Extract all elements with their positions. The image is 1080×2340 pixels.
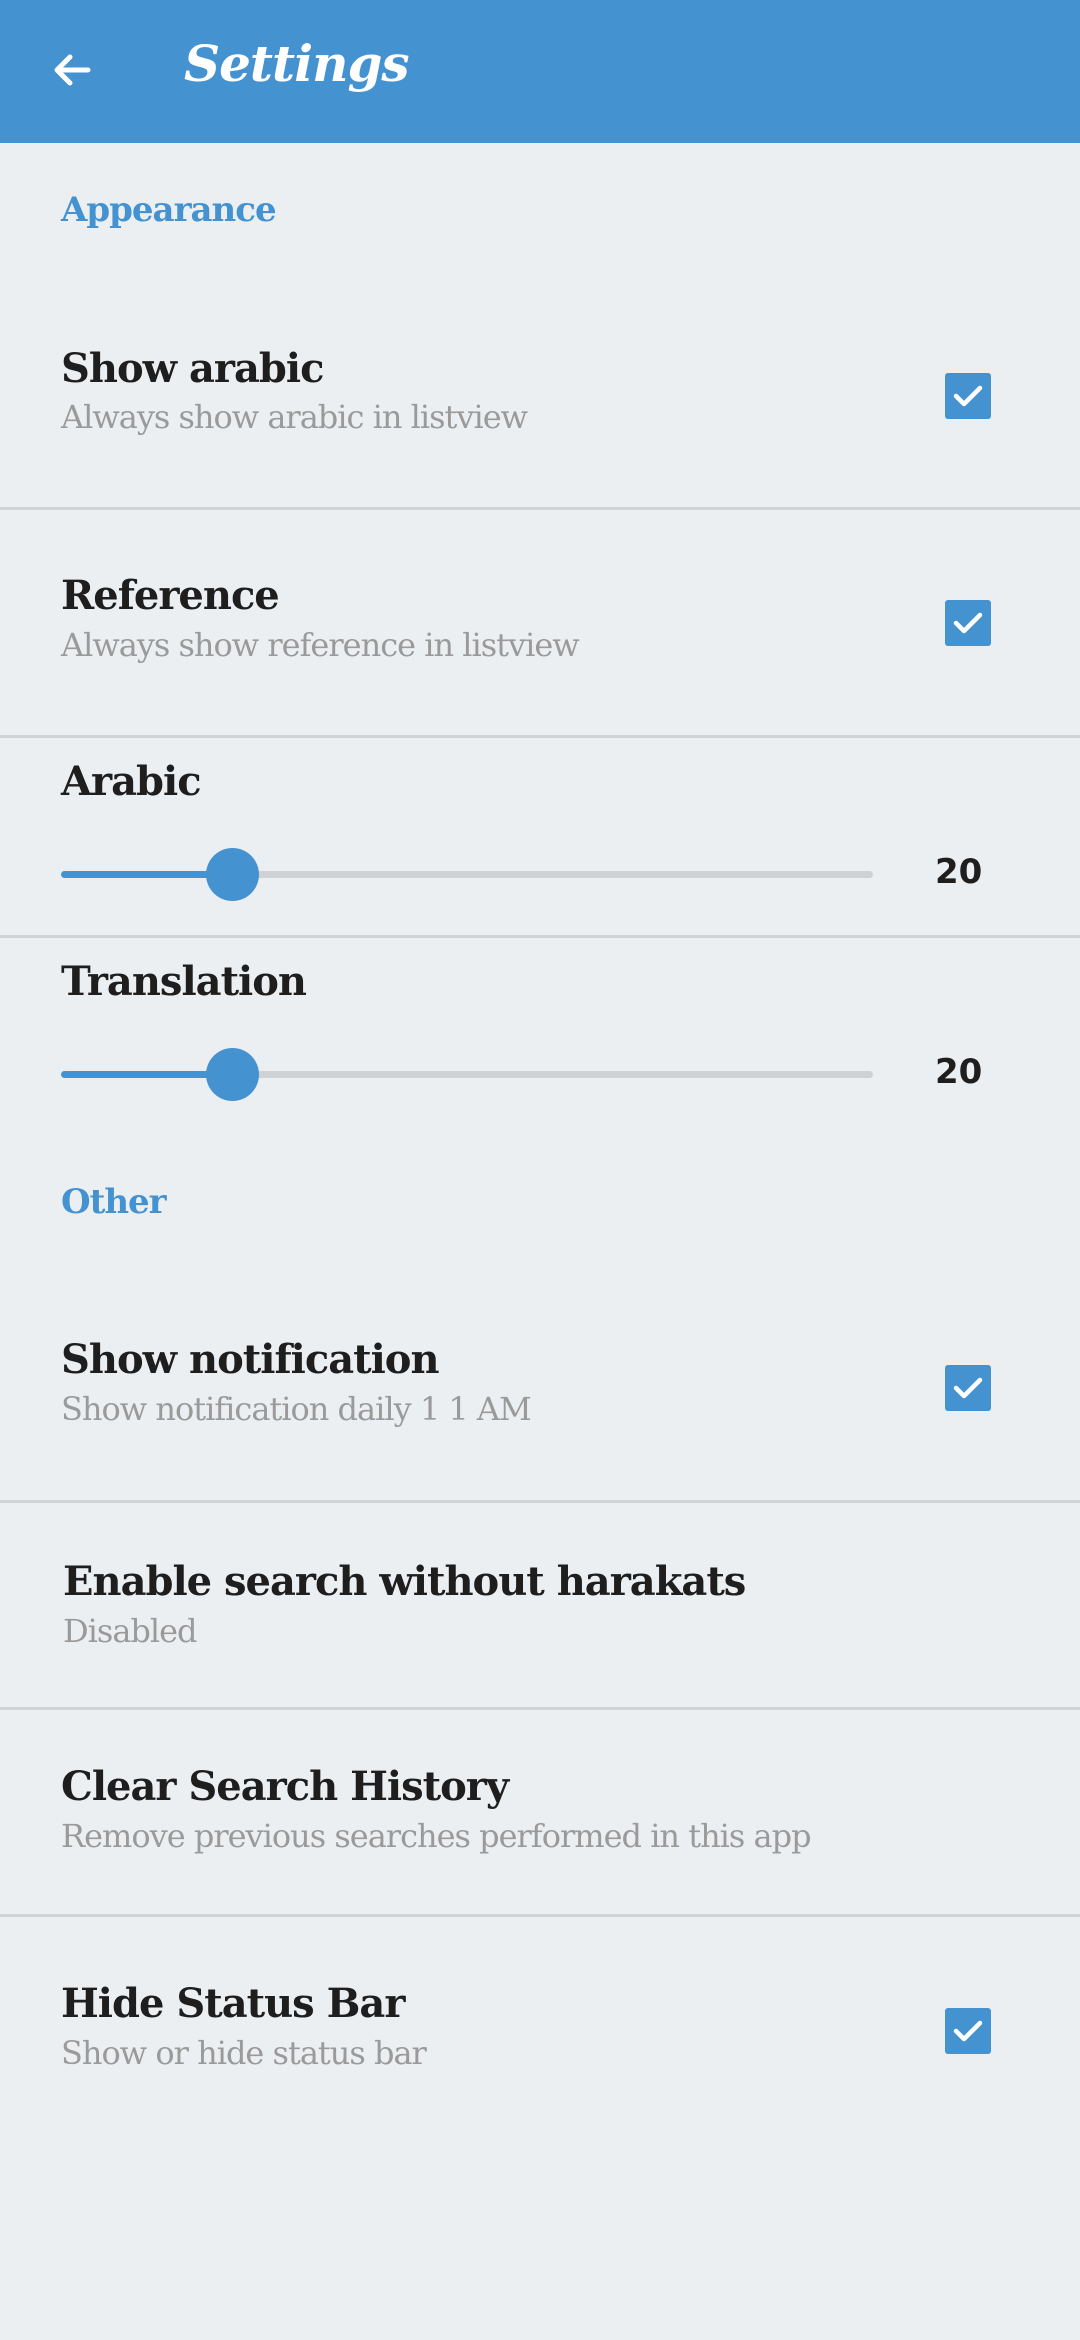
- slider-thumb[interactable]: [206, 1048, 259, 1101]
- back-button[interactable]: [40, 38, 104, 102]
- setting-show-notification[interactable]: Show notification Show notification dail…: [0, 1290, 1080, 1502]
- setting-clear-search-history[interactable]: Clear Search History Remove previous sea…: [0, 1710, 1080, 1916]
- setting-hide-status-bar[interactable]: Hide Status Bar Show or hide status bar: [0, 1917, 1080, 2127]
- reference-checkbox[interactable]: [945, 600, 991, 646]
- arrow-left-icon: [54, 54, 91, 86]
- page-title: Settings: [184, 34, 410, 93]
- slider-label: Arabic: [61, 758, 202, 805]
- arabic-slider[interactable]: [61, 848, 873, 901]
- app-bar: Settings: [0, 0, 1080, 143]
- setting-subtitle: Always show reference in listview: [61, 626, 580, 664]
- setting-arabic-size: Arabic 20: [0, 738, 1080, 936]
- show-notification-checkbox[interactable]: [945, 1365, 991, 1411]
- setting-title: Reference: [61, 572, 280, 619]
- setting-translation-size: Translation 20: [0, 938, 1080, 1128]
- setting-subtitle: Show or hide status bar: [61, 2034, 427, 2072]
- check-icon: [953, 385, 983, 407]
- slider-thumb[interactable]: [206, 848, 259, 901]
- section-header-appearance: Appearance: [61, 190, 277, 230]
- setting-subtitle: Remove previous searches performed in th…: [61, 1817, 812, 1855]
- setting-title: Clear Search History: [61, 1763, 509, 1810]
- setting-subtitle: Always show arabic in listview: [61, 398, 528, 436]
- slider-label: Translation: [61, 958, 307, 1005]
- check-icon: [953, 2020, 983, 2042]
- setting-subtitle: Show notification daily 1 1 AM: [61, 1390, 532, 1428]
- setting-title: Enable search without harakats: [63, 1558, 746, 1605]
- hide-status-bar-checkbox[interactable]: [945, 2008, 991, 2054]
- setting-reference[interactable]: Reference Always show reference in listv…: [0, 510, 1080, 736]
- setting-title: Show notification: [61, 1336, 440, 1383]
- setting-show-arabic[interactable]: Show arabic Always show arabic in listvi…: [0, 300, 1080, 510]
- setting-search-without-harakats[interactable]: Enable search without harakats Disabled: [0, 1503, 1080, 1709]
- setting-title: Hide Status Bar: [61, 1980, 405, 2027]
- section-header-other: Other: [61, 1182, 167, 1222]
- show-arabic-checkbox[interactable]: [945, 373, 991, 419]
- setting-subtitle: Disabled: [63, 1612, 198, 1650]
- translation-slider[interactable]: [61, 1048, 873, 1101]
- check-icon: [953, 1377, 983, 1399]
- check-icon: [953, 612, 983, 634]
- slider-value: 20: [935, 852, 983, 892]
- setting-title: Show arabic: [61, 345, 324, 392]
- slider-value: 20: [935, 1052, 983, 1092]
